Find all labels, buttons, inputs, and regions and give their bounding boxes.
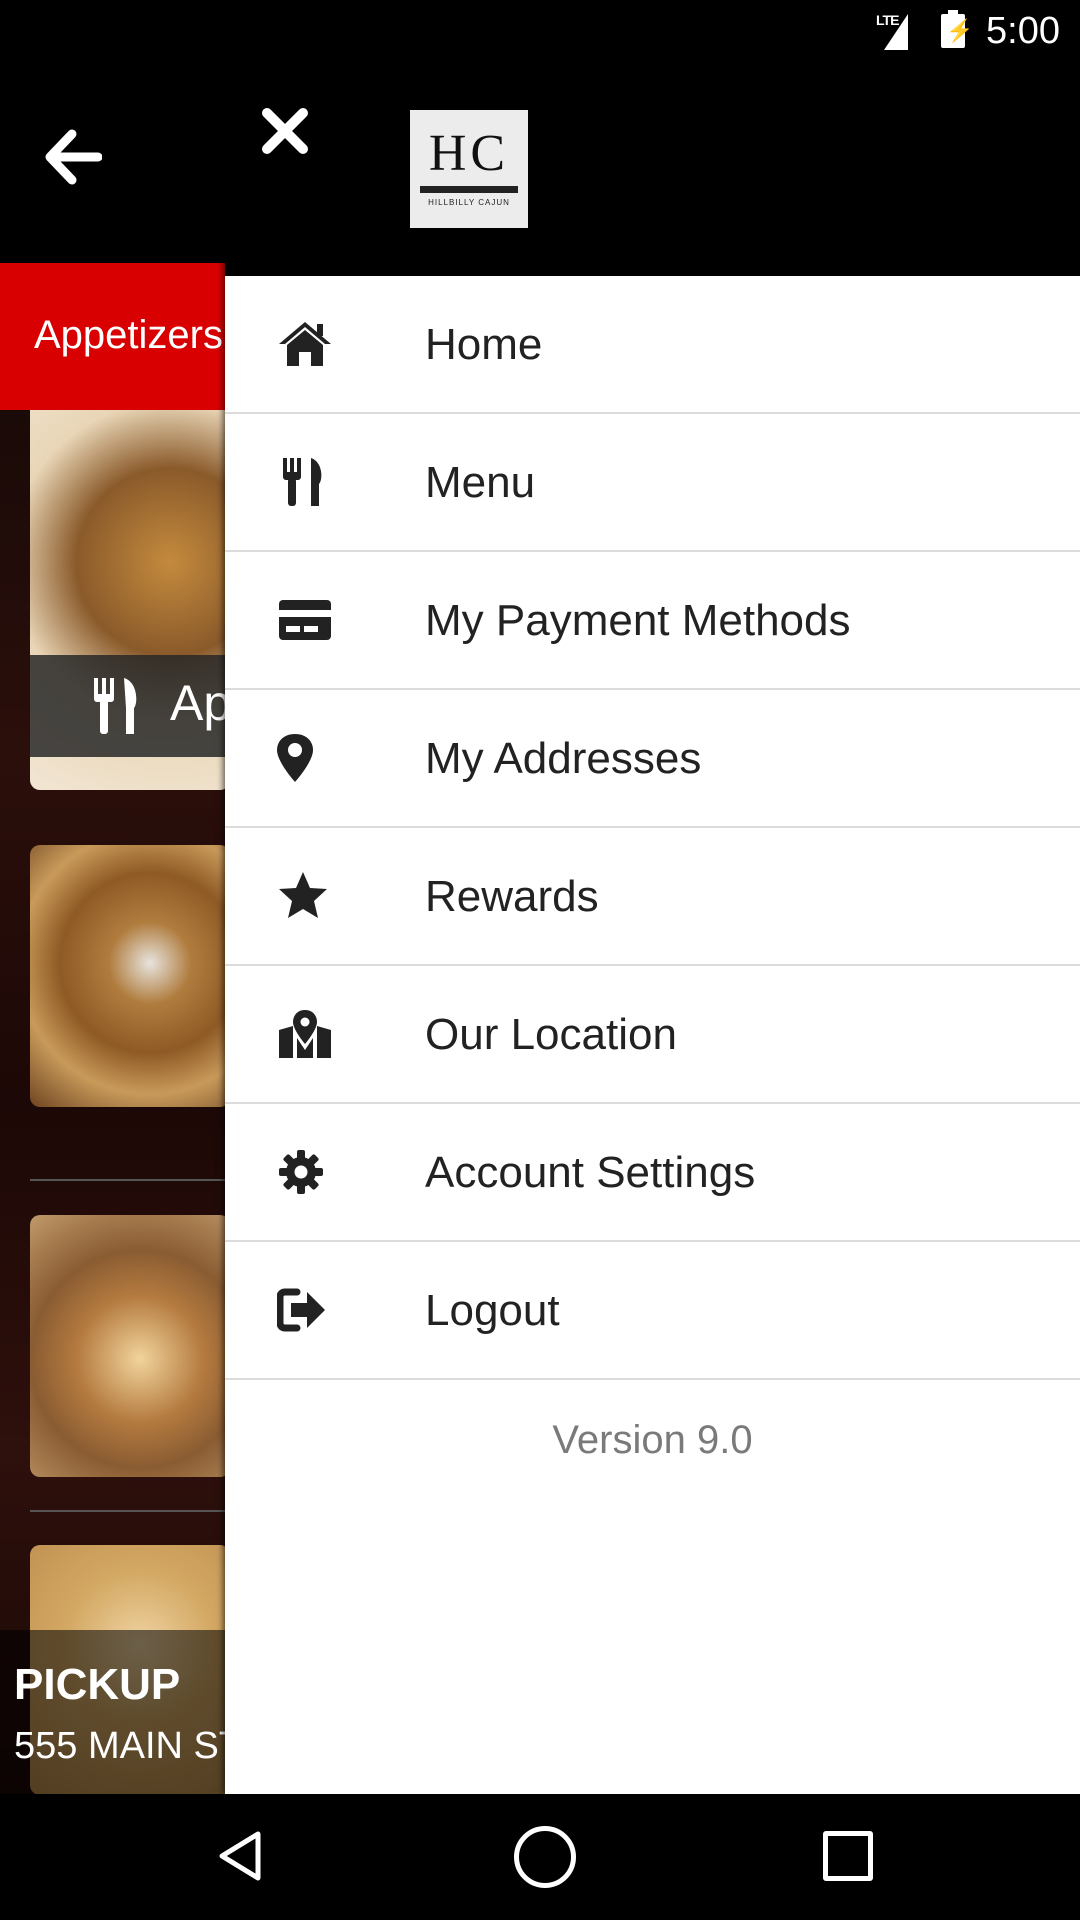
status-bar: LTE ⚡ 5:00	[0, 0, 1080, 63]
logo-subtitle: HILLBILLY CAJUN	[428, 198, 510, 207]
pickup-title: PICKUP	[14, 1660, 181, 1709]
navigation-drawer: HC HILLBILLY CAJUN Home Menu My Payment …	[225, 63, 1080, 1794]
featured-category-label: Ap	[170, 675, 230, 731]
home-icon	[279, 322, 331, 366]
map-location-icon	[279, 1010, 331, 1058]
gear-icon	[279, 1150, 323, 1194]
star-icon	[279, 872, 327, 918]
nav-home-icon[interactable]	[514, 1826, 576, 1888]
nav-back-icon[interactable]	[212, 1826, 272, 1886]
back-arrow-icon[interactable]	[44, 128, 102, 186]
drawer-item-rewards[interactable]: Rewards	[225, 828, 1080, 966]
sign-out-icon	[277, 1288, 325, 1332]
divider	[30, 1510, 230, 1512]
drawer-item-addresses[interactable]: My Addresses	[225, 690, 1080, 828]
logo-letters: HC	[428, 125, 510, 182]
drawer-item-label: Home	[425, 320, 543, 369]
drawer-item-account-settings[interactable]: Account Settings	[225, 1104, 1080, 1242]
status-time: 5:00	[986, 10, 1060, 52]
drawer-item-logout[interactable]: Logout	[225, 1242, 1080, 1380]
drawer-item-label: Account Settings	[425, 1148, 756, 1197]
divider	[30, 1179, 230, 1181]
drawer-item-payment-methods[interactable]: My Payment Methods	[225, 552, 1080, 690]
fork-knife-icon	[94, 678, 137, 734]
system-nav-bar	[0, 1794, 1080, 1920]
drawer-item-label: My Addresses	[425, 734, 702, 783]
fork-knife-icon	[283, 458, 322, 506]
featured-category-card[interactable]: Ap	[30, 410, 230, 790]
drawer-item-home[interactable]: Home	[225, 276, 1080, 414]
drawer-header: HC HILLBILLY CAJUN	[225, 63, 1080, 276]
drawer-item-label: My Payment Methods	[425, 596, 851, 645]
drawer-item-label: Our Location	[425, 1010, 677, 1059]
nav-recents-icon[interactable]	[823, 1831, 873, 1881]
food-item-image[interactable]	[30, 1215, 230, 1477]
logo-stripe	[420, 186, 518, 193]
signal-icon	[884, 14, 908, 50]
category-tab-label: Appetizers	[34, 313, 223, 357]
drawer-menu: Home Menu My Payment Methods My Addresse…	[225, 276, 1080, 1380]
drawer-item-menu[interactable]: Menu	[225, 414, 1080, 552]
drawer-item-our-location[interactable]: Our Location	[225, 966, 1080, 1104]
brand-logo: HC HILLBILLY CAJUN	[410, 110, 528, 228]
category-tab-appetizers[interactable]: Appetizers	[0, 263, 230, 410]
charging-bolt-icon: ⚡	[946, 18, 974, 43]
app-version: Version 9.0	[552, 1418, 753, 1462]
drawer-item-label: Rewards	[425, 872, 599, 921]
credit-card-icon	[279, 600, 331, 640]
map-pin-icon	[277, 734, 313, 782]
close-icon[interactable]	[255, 101, 315, 161]
pickup-address: 555 MAIN ST	[14, 1725, 243, 1767]
drawer-item-label: Menu	[425, 458, 536, 507]
food-item-image[interactable]	[30, 845, 230, 1107]
pickup-bar[interactable]	[0, 1630, 230, 1794]
drawer-item-label: Logout	[425, 1286, 560, 1335]
